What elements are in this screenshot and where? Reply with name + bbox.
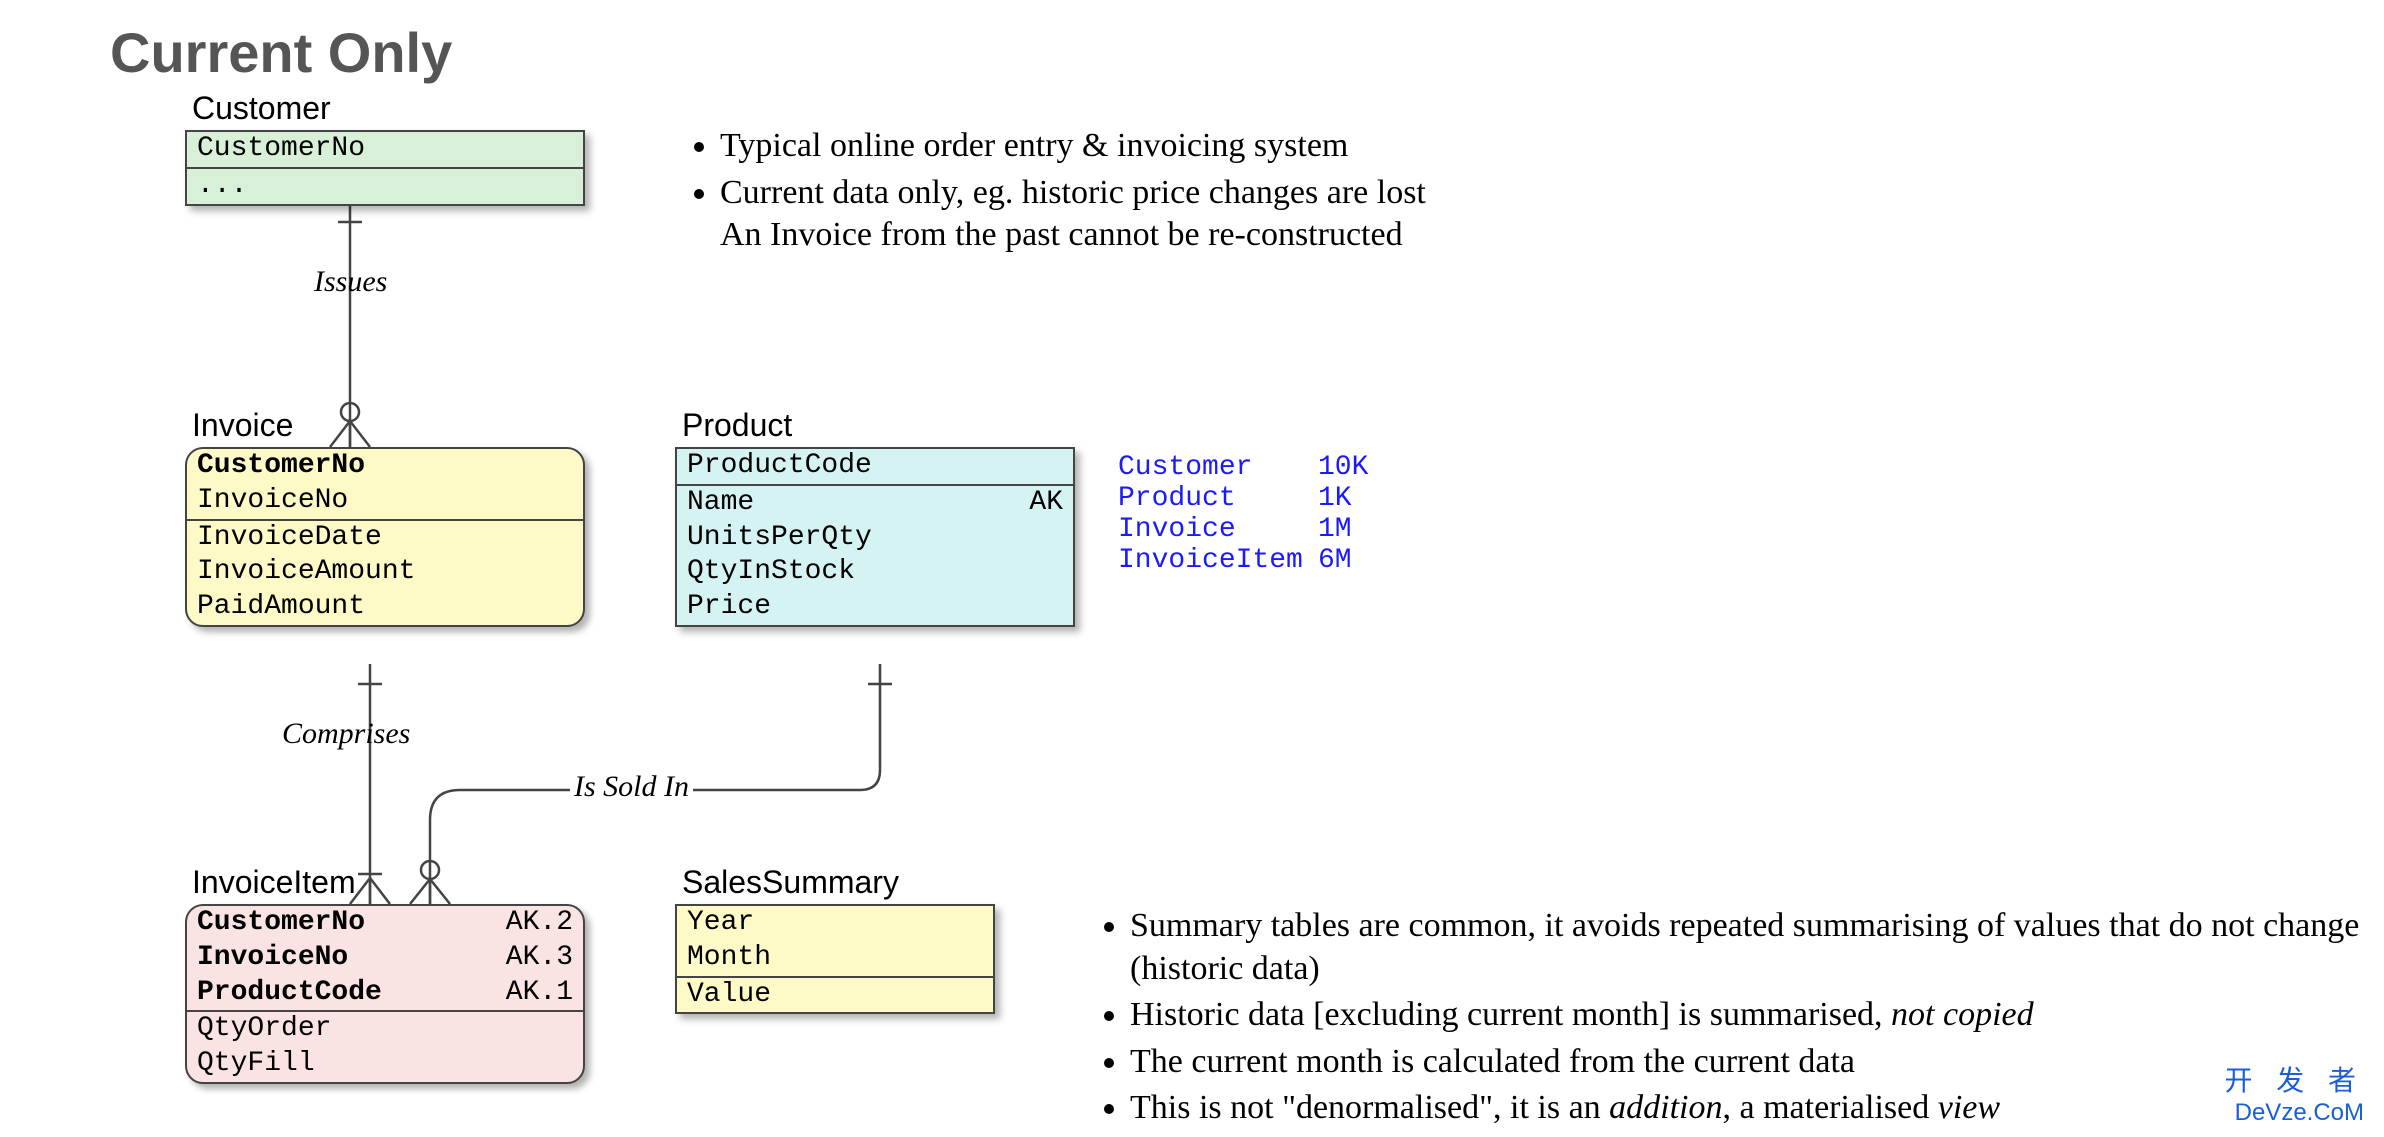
field-product-qtyinstock: QtyInStock — [677, 555, 1073, 590]
stat-product-name: Product — [1118, 483, 1318, 514]
entity-label-invoiceitem: InvoiceItem — [192, 864, 356, 901]
stat-invoice: Invoice1M — [1118, 514, 1368, 545]
entity-invoiceitem: CustomerNo AK.2 InvoiceNo AK.3 ProductCo… — [185, 904, 585, 1084]
field-invoiceitem-customerno-text: CustomerNo — [197, 907, 365, 938]
bullets-bottom: Summary tables are common, it avoids rep… — [1100, 905, 2380, 1134]
field-customer-rest: ... — [187, 167, 583, 204]
bullet-bottom-2: Historic data [excluding current month] … — [1130, 994, 2380, 1037]
field-invoiceitem-customerno: CustomerNo AK.2 — [187, 906, 583, 941]
entity-label-customer: Customer — [192, 90, 331, 127]
stat-invoice-value: 1M — [1318, 514, 1352, 545]
stat-customer-name: Customer — [1118, 452, 1318, 483]
field-invoiceitem-invoiceno: InvoiceNo AK.3 — [187, 941, 583, 976]
rel-label-issoldin: Is Sold In — [570, 770, 693, 804]
entity-invoice: CustomerNo InvoiceNo InvoiceDate Invoice… — [185, 447, 585, 627]
field-product-productcode: ProductCode — [677, 449, 1073, 484]
field-product-name: Name AK — [677, 484, 1073, 521]
field-salessummary-value: Value — [677, 976, 993, 1013]
rel-label-issues: Issues — [314, 265, 387, 299]
bullet-top-2-text: Current data only, eg. historic price ch… — [720, 174, 1426, 211]
bullet-bottom-4: This is not "denormalised", it is an add… — [1130, 1087, 2380, 1130]
stat-product: Product1K — [1118, 483, 1368, 514]
stats-block: Customer10K Product1K Invoice1M InvoiceI… — [1118, 452, 1368, 576]
bullet-top-1: Typical online order entry & invoicing s… — [720, 125, 2290, 168]
watermark-en: DeVze.CoM — [2224, 1099, 2364, 1127]
watermark-cn: 开 发 者 — [2224, 1059, 2364, 1099]
field-invoiceitem-invoiceno-ak: AK.3 — [506, 943, 573, 974]
entity-label-salessummary: SalesSummary — [682, 864, 899, 901]
field-salessummary-year: Year — [677, 906, 993, 941]
bullet-top-2-sub: An Invoice from the past cannot be re-co… — [720, 216, 1403, 253]
entity-salessummary: Year Month Value — [675, 904, 995, 1014]
rel-label-comprises: Comprises — [282, 717, 410, 751]
bullet-bottom-1: Summary tables are common, it avoids rep… — [1130, 905, 2380, 990]
field-invoiceitem-productcode: ProductCode AK.1 — [187, 976, 583, 1011]
field-invoiceitem-qtyorder: QtyOrder — [187, 1010, 583, 1047]
field-invoice-invoiceno: InvoiceNo — [187, 484, 583, 519]
bullet-bottom-4-pre: This is not "denormalised", it is an — [1130, 1089, 1609, 1126]
bullet-top-2: Current data only, eg. historic price ch… — [720, 172, 2290, 257]
bullet-bottom-3: The current month is calculated from the… — [1130, 1041, 2380, 1084]
stat-customer-value: 10K — [1318, 452, 1368, 483]
stat-invoiceitem-value: 6M — [1318, 545, 1352, 576]
field-salessummary-month: Month — [677, 941, 993, 976]
field-invoiceitem-qtyfill: QtyFill — [187, 1047, 583, 1082]
field-product-unitsperqty: UnitsPerQty — [677, 521, 1073, 556]
field-invoiceitem-invoiceno-text: InvoiceNo — [197, 942, 348, 973]
field-invoiceitem-productcode-text: ProductCode — [197, 977, 382, 1008]
field-invoice-invoiceamount: InvoiceAmount — [187, 555, 583, 590]
bullet-bottom-4-em1: addition — [1609, 1089, 1722, 1126]
bullet-bottom-2-em: not copied — [1891, 996, 2034, 1033]
field-product-name-text: Name — [687, 487, 754, 518]
bullet-bottom-4-mid: , a materialised — [1723, 1089, 1938, 1126]
entity-label-product: Product — [682, 407, 792, 444]
bullet-bottom-4-em2: view — [1938, 1089, 2000, 1126]
watermark: 开 发 者 DeVze.CoM — [2224, 1059, 2364, 1127]
field-invoice-paidamount: PaidAmount — [187, 590, 583, 625]
stat-invoice-name: Invoice — [1118, 514, 1318, 545]
field-invoice-invoicedate: InvoiceDate — [187, 519, 583, 556]
field-product-price: Price — [677, 590, 1073, 625]
field-invoiceitem-productcode-ak: AK.1 — [506, 978, 573, 1009]
field-customer-pk: CustomerNo — [187, 132, 583, 167]
stat-invoiceitem-name: InvoiceItem — [1118, 545, 1318, 576]
field-invoiceitem-customerno-ak: AK.2 — [506, 908, 573, 939]
bullets-top: Typical online order entry & invoicing s… — [690, 125, 2290, 261]
entity-product: ProductCode Name AK UnitsPerQty QtyInSto… — [675, 447, 1075, 627]
field-invoice-customerno: CustomerNo — [187, 449, 583, 484]
field-product-name-ak: AK — [1029, 488, 1063, 519]
entity-label-invoice: Invoice — [192, 407, 293, 444]
bullet-bottom-2-pre: Historic data [excluding current month] … — [1130, 996, 1891, 1033]
stat-product-value: 1K — [1318, 483, 1352, 514]
stat-invoiceitem: InvoiceItem6M — [1118, 545, 1368, 576]
stat-customer: Customer10K — [1118, 452, 1368, 483]
entity-customer: CustomerNo ... — [185, 130, 585, 206]
